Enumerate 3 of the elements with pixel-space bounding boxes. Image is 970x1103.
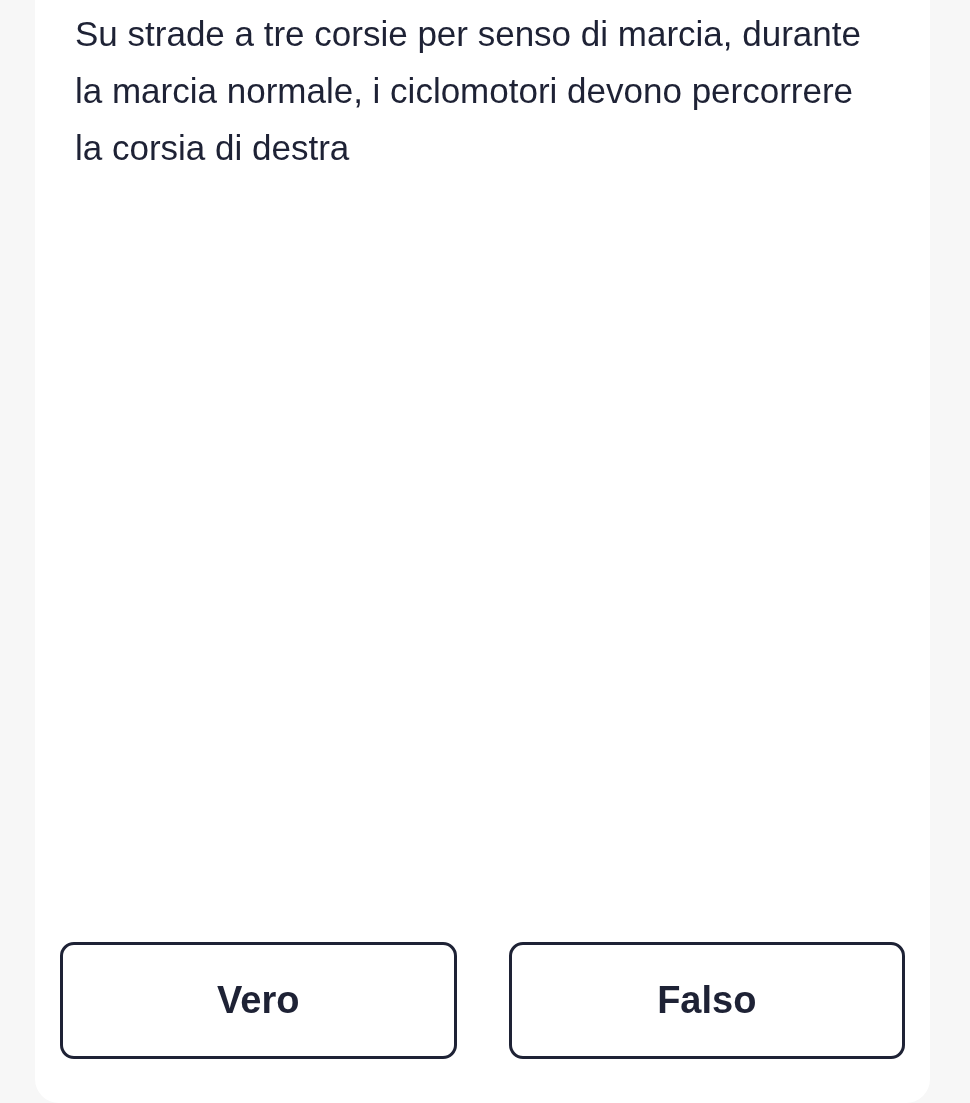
answer-button[interactable]: Falso: [508, 942, 905, 1059]
answer-button[interactable]: Vero: [60, 942, 457, 1059]
question-text: Su strade a tre corsie per senso di marcia, durante la marcia normale, i ciclomotori devono percorrere la corsia di destra: [75, 13, 862, 169]
